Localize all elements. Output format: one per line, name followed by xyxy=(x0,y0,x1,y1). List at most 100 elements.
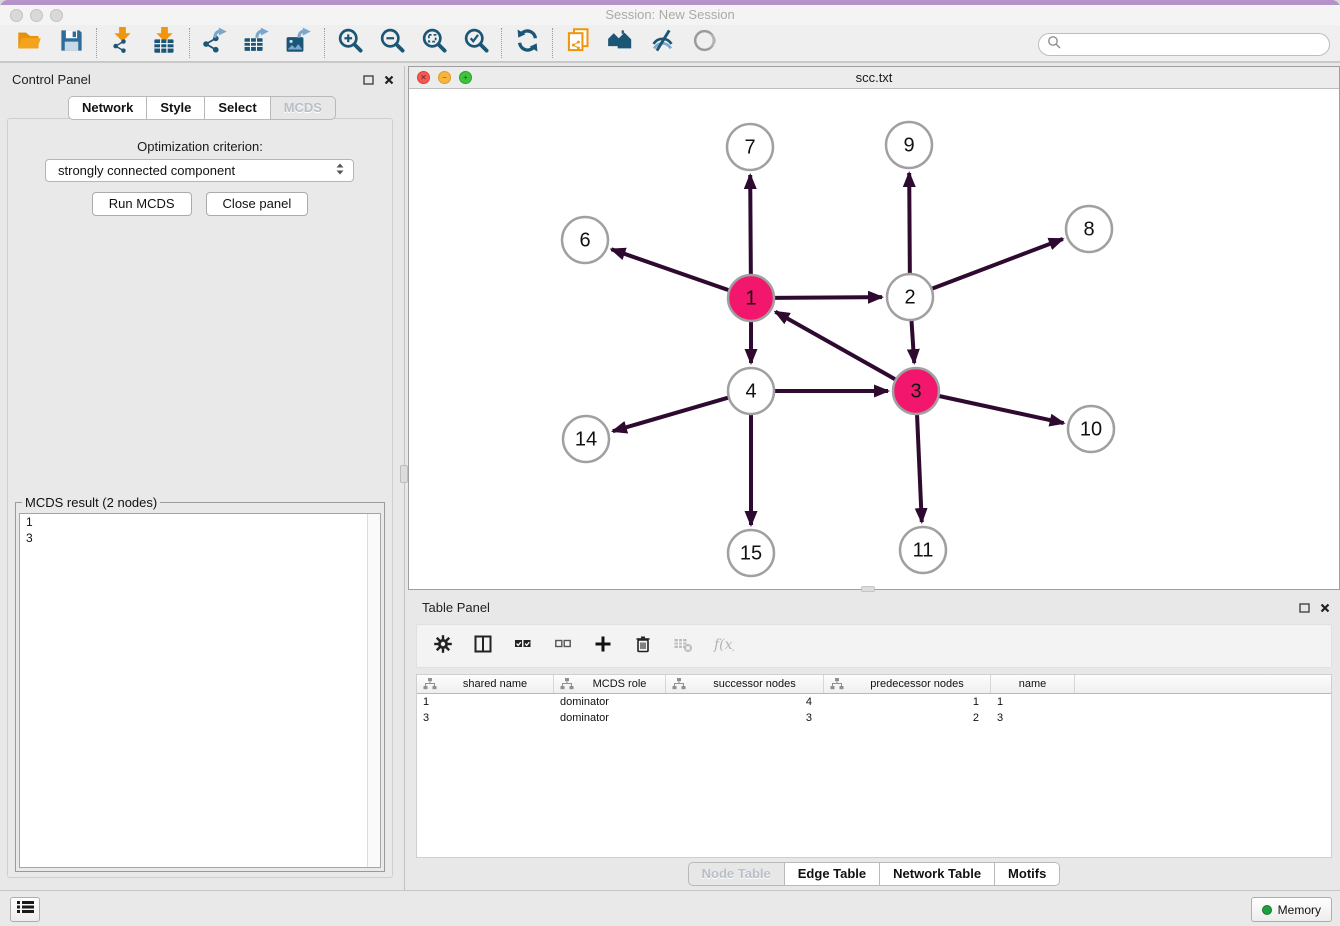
graph-node-6[interactable]: 6 xyxy=(562,217,608,263)
zoom-in-button[interactable] xyxy=(329,27,371,59)
tab-select[interactable]: Select xyxy=(205,96,270,120)
show-all-button[interactable] xyxy=(683,27,725,59)
network-minimize-button[interactable]: − xyxy=(438,71,451,84)
table-cell: 1 xyxy=(824,696,991,708)
edge-1-6[interactable] xyxy=(611,249,729,290)
tab-style[interactable]: Style xyxy=(147,96,205,120)
edge-3-11[interactable] xyxy=(917,414,922,522)
edge-3-1[interactable] xyxy=(775,312,896,380)
edge-2-3[interactable] xyxy=(911,320,914,363)
mcds-result-item[interactable]: 3 xyxy=(20,530,380,546)
zoom-selected-button[interactable] xyxy=(455,27,497,59)
graph-node-8[interactable]: 8 xyxy=(1066,206,1112,252)
search-input[interactable] xyxy=(1061,38,1321,52)
close-panel-icon[interactable] xyxy=(384,72,394,90)
tab-mcds[interactable]: MCDS xyxy=(271,96,336,120)
unselect-all-columns-button[interactable] xyxy=(551,635,575,657)
export-table-button[interactable] xyxy=(236,27,278,59)
edge-4-14[interactable] xyxy=(613,397,729,431)
criterion-value: strongly connected component xyxy=(58,163,235,178)
hide-selected-button[interactable] xyxy=(641,27,683,59)
add-column-button[interactable] xyxy=(591,635,615,657)
show-columns-button[interactable] xyxy=(471,635,495,657)
column-header-name[interactable]: name xyxy=(991,675,1075,693)
network-close-button[interactable]: ✕ xyxy=(417,71,430,84)
refresh-layout-button[interactable] xyxy=(506,27,548,59)
edge-2-9[interactable] xyxy=(909,173,910,274)
save-session-button[interactable] xyxy=(50,27,92,59)
criterion-select[interactable]: strongly connected component xyxy=(45,159,354,182)
tab-node-table[interactable]: Node Table xyxy=(688,862,785,886)
tab-motifs[interactable]: Motifs xyxy=(995,862,1060,886)
open-session-button[interactable] xyxy=(8,27,50,59)
float-table-panel-icon[interactable] xyxy=(1299,600,1310,618)
node-table[interactable]: shared nameMCDS rolesuccessor nodesprede… xyxy=(416,674,1332,858)
memory-button[interactable]: Memory xyxy=(1251,897,1332,922)
tab-network-table[interactable]: Network Table xyxy=(880,862,995,886)
column-header-shared-name[interactable]: shared name xyxy=(417,675,554,693)
graph-node-11[interactable]: 11 xyxy=(900,527,946,573)
zoom-out-button[interactable] xyxy=(371,27,413,59)
export-image-button[interactable] xyxy=(278,27,320,59)
mcds-result-item[interactable]: 1 xyxy=(20,514,380,530)
edge-1-7[interactable] xyxy=(750,175,751,275)
select-chevrons-icon xyxy=(333,161,347,180)
graph-node-7[interactable]: 7 xyxy=(727,124,773,170)
graph-node-1[interactable]: 1 xyxy=(728,275,774,321)
add-column-icon xyxy=(592,634,614,659)
mcds-panel: Optimization criterion: strongly connect… xyxy=(7,118,393,878)
mcds-result-legend: MCDS result (2 nodes) xyxy=(22,495,160,510)
main-toolbar xyxy=(0,25,1340,63)
edge-2-8[interactable] xyxy=(932,239,1063,289)
settings-gear-button[interactable] xyxy=(431,635,455,657)
search-box[interactable] xyxy=(1038,33,1330,56)
panel-splitter-grip[interactable] xyxy=(400,465,408,483)
close-panel-button[interactable]: Close panel xyxy=(206,192,309,216)
delete-column-button[interactable] xyxy=(631,635,655,657)
node-label: 10 xyxy=(1080,419,1102,441)
duplicate-network-button[interactable] xyxy=(557,27,599,59)
result-scrollbar[interactable] xyxy=(367,514,380,867)
network-maximize-button[interactable]: + xyxy=(459,71,472,84)
graph-node-10[interactable]: 10 xyxy=(1068,406,1114,452)
export-network-button[interactable] xyxy=(194,27,236,59)
toolbar-separator xyxy=(189,28,190,58)
graph-node-3[interactable]: 3 xyxy=(893,368,939,414)
zoom-fit-button[interactable] xyxy=(413,27,455,59)
graph-node-2[interactable]: 2 xyxy=(887,274,933,320)
tab-edge-table[interactable]: Edge Table xyxy=(785,862,880,886)
home-button[interactable] xyxy=(599,27,641,59)
memory-status-icon xyxy=(1262,905,1272,915)
column-header-successor-nodes[interactable]: successor nodes xyxy=(666,675,824,693)
duplicate-network-icon xyxy=(565,27,592,59)
select-all-columns-button[interactable] xyxy=(511,635,535,657)
edge-3-10[interactable] xyxy=(938,396,1063,423)
node-label: 6 xyxy=(579,230,590,252)
edge-1-2[interactable] xyxy=(774,297,882,298)
column-header-MCDS-role[interactable]: MCDS role xyxy=(554,675,666,693)
column-header-predecessor-nodes[interactable]: predecessor nodes xyxy=(824,675,991,693)
network-window-titlebar[interactable]: ✕ − + scc.txt xyxy=(409,67,1339,89)
show-all-icon xyxy=(691,27,718,59)
status-bar: Memory xyxy=(0,890,1340,926)
node-label: 7 xyxy=(744,137,755,159)
show-panels-button[interactable] xyxy=(10,897,40,922)
table-row[interactable]: 1dominator411 xyxy=(417,694,1331,710)
zoom-in-icon xyxy=(337,27,364,59)
network-canvas[interactable]: 7 9 6 8 1 2 4 3 14 10 15 11 xyxy=(409,89,1339,589)
close-table-panel-icon[interactable] xyxy=(1320,600,1330,618)
mcds-result-list[interactable]: 13 xyxy=(19,513,381,868)
network-window-title: scc.txt xyxy=(409,67,1339,88)
table-row[interactable]: 3dominator323 xyxy=(417,710,1331,726)
float-panel-icon[interactable] xyxy=(363,72,374,90)
table-panel-title: Table Panel xyxy=(422,600,490,615)
window-title: Session: New Session xyxy=(0,5,1340,25)
tab-network[interactable]: Network xyxy=(68,96,147,120)
graph-node-14[interactable]: 14 xyxy=(563,416,609,462)
graph-node-15[interactable]: 15 xyxy=(728,530,774,576)
graph-node-9[interactable]: 9 xyxy=(886,122,932,168)
run-mcds-button[interactable]: Run MCDS xyxy=(92,192,192,216)
import-network-button[interactable] xyxy=(101,27,143,59)
graph-node-4[interactable]: 4 xyxy=(728,368,774,414)
import-table-button[interactable] xyxy=(143,27,185,59)
